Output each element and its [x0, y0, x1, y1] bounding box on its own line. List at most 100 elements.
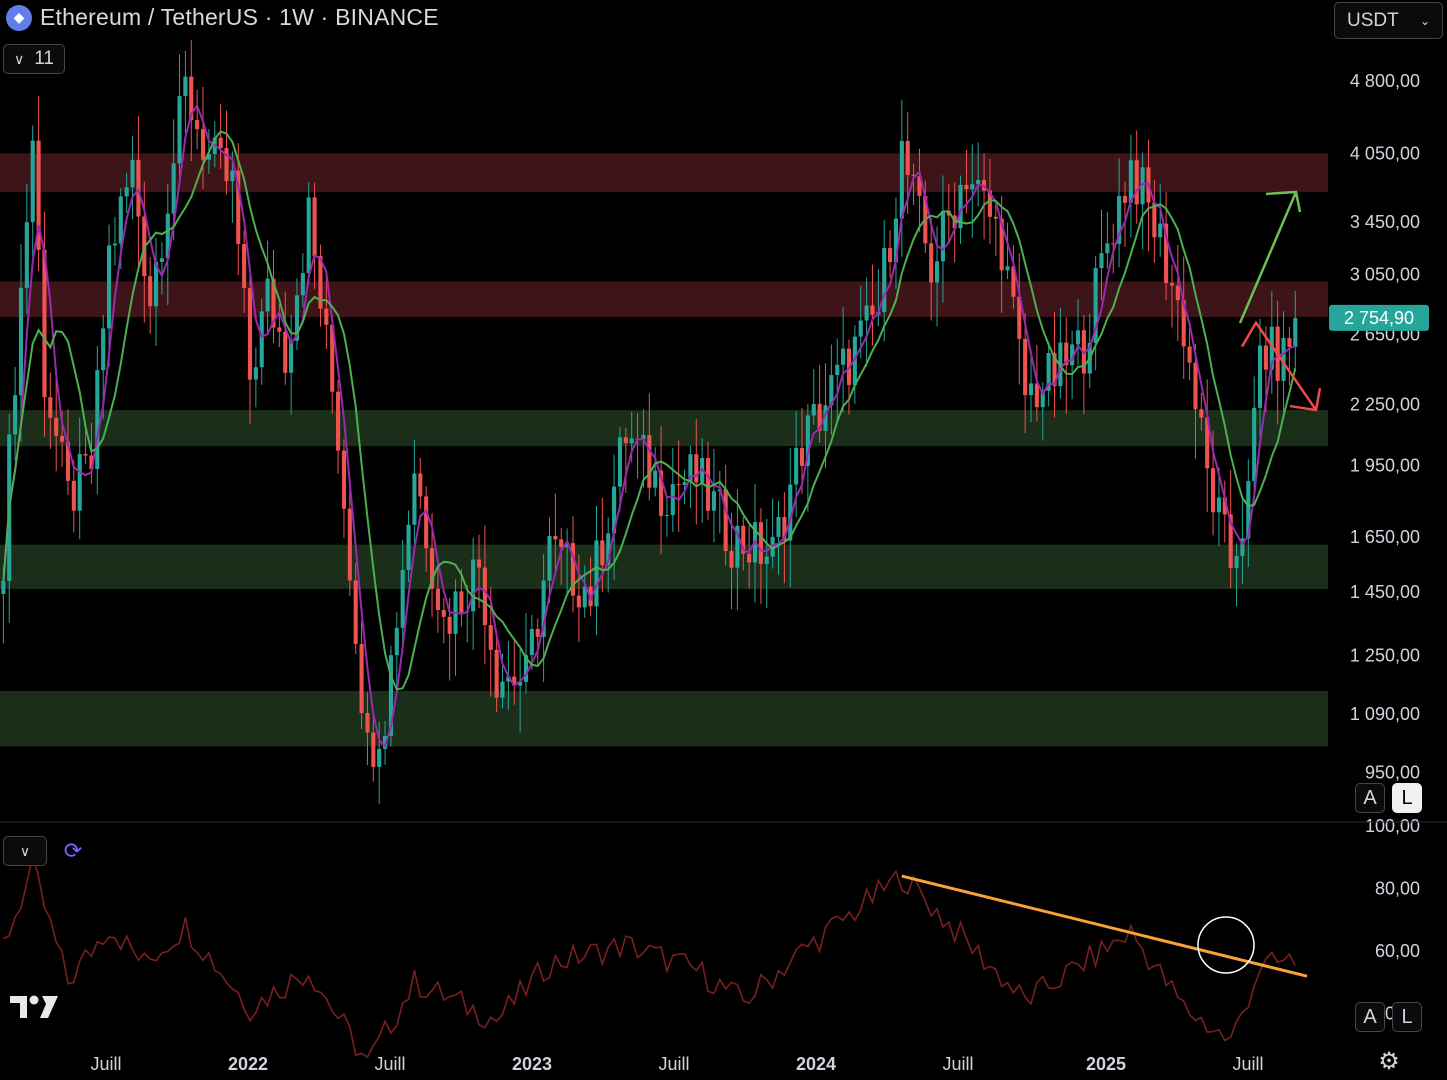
candle-body: [653, 470, 658, 488]
candle-body: [559, 539, 564, 548]
rsi-log-scale-button[interactable]: L: [1392, 1002, 1422, 1032]
candle-body: [553, 535, 558, 540]
candle-body: [48, 397, 53, 418]
rsi-auto-scale-button[interactable]: A: [1355, 1002, 1385, 1032]
candle-body: [412, 473, 417, 525]
chevron-down-icon: ∨: [19, 842, 31, 859]
candle: [1070, 330, 1075, 400]
chart-canvas[interactable]: 5 600,004 800,004 050,003 450,003 050,00…: [0, 0, 1447, 1080]
candle-body: [71, 480, 76, 511]
candle: [1128, 134, 1133, 238]
candle-body: [95, 370, 100, 469]
candle-body: [664, 514, 669, 516]
candle: [841, 307, 846, 413]
price-log-scale-button[interactable]: L: [1392, 783, 1422, 813]
candle: [153, 237, 159, 347]
candle: [1087, 313, 1092, 389]
candle-body: [1, 580, 6, 594]
candle-body: [494, 649, 499, 698]
resistance-zone: [0, 281, 1328, 318]
time-tick-label: Juill: [374, 1054, 405, 1074]
candle: [312, 182, 317, 289]
ethereum-icon: ◆: [6, 4, 32, 31]
candle: [412, 439, 417, 545]
candle-body: [1075, 330, 1081, 345]
candle-body: [312, 197, 317, 257]
time-tick-label: 2025: [1086, 1054, 1126, 1074]
candle-body: [1122, 195, 1128, 203]
candle: [336, 379, 341, 474]
gear-icon[interactable]: ⚙: [1376, 1049, 1402, 1075]
candle: [253, 347, 258, 408]
candle-body: [459, 591, 464, 613]
price-tick-label: 1 090,00: [1350, 704, 1420, 724]
symbol-title[interactable]: Ethereum / TetherUS · 1W · BINANCE: [40, 4, 439, 31]
candle: [183, 50, 188, 133]
candle-body: [112, 243, 117, 246]
log-scale-label: L: [1401, 1005, 1413, 1028]
candle: [676, 440, 681, 532]
currency-select[interactable]: USDT ⌄: [1334, 2, 1443, 39]
candle-body: [488, 625, 493, 650]
auto-scale-label: A: [1363, 786, 1377, 809]
candle: [30, 125, 35, 257]
candle-body: [118, 196, 123, 244]
candle-body: [1034, 383, 1039, 408]
candle-body: [905, 140, 910, 175]
candle-body: [711, 491, 716, 511]
candle-body: [30, 140, 35, 223]
candle-body: [377, 748, 382, 767]
price-tick-label: 950,00: [1365, 763, 1420, 783]
time-tick-label: Juill: [658, 1054, 689, 1074]
candle-body: [529, 628, 534, 656]
candle-body: [218, 137, 223, 149]
time-tick-label: 2024: [796, 1054, 836, 1074]
candle-body: [729, 550, 734, 568]
indicators-toggle-button[interactable]: ∨ 11: [3, 44, 65, 74]
candle-body: [935, 261, 940, 283]
candle-body: [858, 320, 863, 337]
candle: [1287, 326, 1292, 386]
candle-body: [283, 331, 288, 373]
candle-body: [159, 258, 164, 262]
candle: [664, 496, 669, 537]
candle-body: [1263, 345, 1268, 370]
candle: [852, 325, 857, 404]
price-axis: 5 600,004 800,004 050,003 450,003 050,00…: [1329, 5, 1429, 783]
candle: [1205, 379, 1210, 513]
candle: [1275, 300, 1280, 425]
candle-body: [623, 437, 628, 444]
candle-body: [324, 308, 329, 325]
candle-body: [1193, 362, 1198, 410]
candle-body: [1134, 160, 1139, 205]
candle-body: [101, 328, 106, 371]
rsi-tick-label: 60,00: [1375, 941, 1420, 961]
candle: [36, 96, 41, 272]
candle: [95, 346, 100, 495]
symbol-header[interactable]: ◆ Ethereum / TetherUS · 1W · BINANCE: [6, 4, 439, 31]
rsi-tick-label: 80,00: [1375, 879, 1420, 899]
log-scale-label: L: [1401, 786, 1413, 809]
candle: [359, 621, 364, 730]
candle-body: [341, 450, 347, 509]
candle: [758, 508, 763, 604]
candle-body: [899, 140, 904, 219]
candle: [1046, 341, 1051, 407]
candle-body: [18, 287, 24, 396]
rsi-axis: 100,0080,0060,0040,00: [1365, 816, 1420, 1024]
candle: [835, 338, 840, 421]
candle-body: [336, 391, 341, 451]
candle-body: [77, 453, 82, 511]
rsi-collapse-button[interactable]: ∨: [3, 836, 47, 866]
candle-body: [682, 482, 687, 485]
candle-body: [107, 245, 112, 329]
price-tick-label: 3 050,00: [1350, 264, 1420, 284]
time-tick-label: Juill: [1232, 1054, 1263, 1074]
candle: [441, 598, 446, 644]
candle-body: [547, 535, 552, 581]
price-tick-label: 4 800,00: [1350, 71, 1420, 91]
tradingview-logo-icon: [10, 995, 58, 1018]
refresh-icon[interactable]: ⟳: [61, 839, 85, 863]
price-auto-scale-button[interactable]: A: [1355, 783, 1385, 813]
candle-body: [993, 216, 998, 219]
